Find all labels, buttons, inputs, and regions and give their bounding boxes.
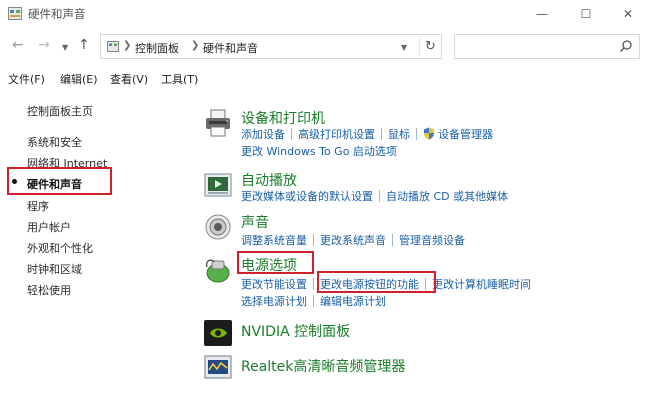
link-advanced-printer-setup[interactable]: 高级打印机设置 [298,128,375,141]
sidebar-item-system-security[interactable]: 系统和安全 [27,134,82,150]
link-change-media-defaults[interactable]: 更改媒体或设备的默认设置 [241,190,373,203]
chevron-right-icon: ❯ [191,40,200,51]
back-arrow-icon[interactable]: ← [12,38,24,52]
printer-icon [206,109,230,137]
highlight-box [317,271,436,293]
realtek-icon [204,355,232,379]
maximize-button[interactable]: ☐ [564,0,608,28]
category-nvidia: NVIDIA 控制面板 [200,318,650,348]
sidebar-item-user-accounts[interactable]: 用户帐户 [27,219,71,235]
menu-edit[interactable]: 编辑(E) [60,71,98,87]
left-navigation-pane: 控制面板主页 系统和安全 网络和 Internet 硬件和声音 程序 用户帐户 … [0,90,200,413]
control-panel-icon [8,7,22,20]
link-adjust-volume[interactable]: 调整系统音量 [241,234,307,247]
search-box[interactable] [454,34,640,59]
recent-locations-chevron-icon[interactable]: ▼ [62,41,68,55]
address-dropdown-chevron-icon[interactable]: ▼ [401,43,407,52]
breadcrumb-hardware-sound[interactable]: 硬件和声音 [203,40,258,56]
category-sound: 声音 调整系统音量 更改系统声音 管理音频设备 [200,212,650,247]
category-autoplay: 自动播放 更改媒体或设备的默认设置 自动播放 CD 或其他媒体 [200,170,650,204]
link-add-device[interactable]: 添加设备 [241,128,285,141]
sidebar-item-programs[interactable]: 程序 [27,198,49,214]
menu-tools[interactable]: 工具(T) [161,71,198,87]
search-icon[interactable] [619,39,633,53]
menu-view[interactable]: 查看(V) [110,71,148,87]
navigation-bar: ← → ▼ ↑ ❯ 控制面板 ❯ 硬件和声音 ▼ ↻ [0,28,650,66]
link-device-manager[interactable]: 设备管理器 [438,128,493,141]
sidebar-item-ease-of-access[interactable]: 轻松使用 [27,282,71,298]
menu-file[interactable]: 文件(F) [8,71,45,87]
up-arrow-icon[interactable]: ↑ [78,38,90,52]
sidebar-item-appearance[interactable]: 外观和个性化 [27,240,93,256]
speaker-icon [205,214,231,240]
uac-shield-icon [424,127,434,140]
link-change-power-saving[interactable]: 更改节能设置 [241,278,307,291]
category-title[interactable]: 自动播放 [241,170,297,190]
sidebar-item-control-panel-home[interactable]: 控制面板主页 [27,103,93,119]
search-input[interactable] [459,38,609,55]
link-autoplay-cd[interactable]: 自动播放 CD 或其他媒体 [386,190,508,203]
category-title[interactable]: Realtek高清晰音频管理器 [241,356,405,376]
link-change-system-sounds[interactable]: 更改系统声音 [320,234,386,247]
chevron-right-icon: ❯ [123,40,132,51]
breadcrumb-control-panel[interactable]: 控制面板 [135,40,179,56]
category-title[interactable]: NVIDIA 控制面板 [241,321,350,341]
title-bar: 硬件和声音 — ☐ ✕ [0,0,650,28]
highlight-box [237,251,314,274]
minimize-button[interactable]: — [520,0,564,28]
category-title[interactable]: 声音 [241,212,269,232]
category-realtek: Realtek高清晰音频管理器 [200,352,650,384]
link-manage-audio-devices[interactable]: 管理音频设备 [399,234,465,247]
category-power-options: 电源选项 更改节能设置 更改电源按钮的功能 更改计算机睡眠时间 选择电源计划 编辑电源… [200,251,650,308]
nvidia-icon [204,320,232,346]
control-panel-icon [107,41,119,52]
sidebar-item-clock-region[interactable]: 时钟和区域 [27,261,82,277]
forward-arrow-icon[interactable]: → [38,38,50,52]
link-windows-to-go[interactable]: 更改 Windows To Go 启动选项 [241,145,397,158]
highlight-box [7,167,112,195]
battery-icon [205,259,230,283]
link-choose-power-plan[interactable]: 选择电源计划 [241,295,307,308]
address-bar[interactable]: ❯ 控制面板 ❯ 硬件和声音 ▼ ↻ [100,34,442,59]
category-title[interactable]: 设备和打印机 [241,108,325,128]
link-edit-power-plan[interactable]: 编辑电源计划 [320,295,386,308]
close-button[interactable]: ✕ [606,0,650,28]
autoplay-icon [204,173,232,197]
menu-bar: 文件(F) 编辑(E) 查看(V) 工具(T) [0,66,650,90]
window-title: 硬件和声音 [28,7,86,21]
link-change-sleep-time[interactable]: 更改计算机睡眠时间 [432,278,531,291]
refresh-icon[interactable]: ↻ [419,37,441,56]
link-mouse[interactable]: 鼠标 [388,128,410,141]
category-devices-printers: 设备和打印机 添加设备 高级打印机设置 鼠标 设备管理器 更改 Windows To … [200,108,650,158]
